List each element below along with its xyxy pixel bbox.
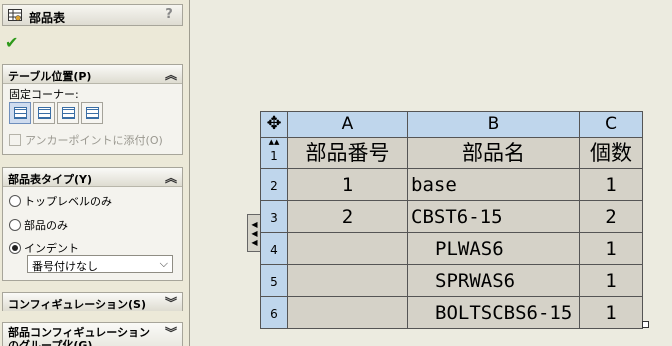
row-header[interactable]: 5	[260, 265, 288, 297]
resize-handle[interactable]	[642, 321, 649, 328]
table-cell[interactable]: 1	[288, 169, 408, 201]
table-cell[interactable]: 2	[288, 201, 408, 233]
part-config-title: 部品コンフィギュレーションのグループ化(G)	[8, 326, 151, 346]
table-cell[interactable]: CBST6-15	[408, 201, 580, 233]
property-manager-panel: 部品表 ? ✔ テーブル位置(P) ︽ 固定コーナー: アンカーポイントに添付(…	[0, 0, 190, 346]
table-position-group: テーブル位置(P) ︽ 固定コーナー: アンカーポイントに添付(O)	[2, 64, 183, 155]
table-cell[interactable]: PLWAS6	[408, 233, 580, 265]
chevron-down-icon: ⌵	[159, 257, 168, 270]
table-cell[interactable]: BOLTSCBS6-15	[408, 297, 580, 329]
ok-check-icon[interactable]: ✔	[5, 33, 18, 52]
radio-parts-only[interactable]: 部品のみ	[9, 217, 68, 233]
property-manager-title-bar: 部品表 ?	[2, 4, 183, 26]
radio-top-level-only[interactable]: トップレベルのみ	[9, 193, 112, 209]
corner-top-left-button[interactable]	[9, 102, 31, 124]
anchor-checkbox-row[interactable]: アンカーポイントに添付(O)	[9, 132, 163, 148]
radio-button[interactable]	[9, 195, 21, 207]
table-cell[interactable]	[288, 297, 408, 329]
column-header-a[interactable]: A	[288, 111, 408, 138]
column-header-c[interactable]: C	[580, 111, 643, 138]
corner-bottom-right-button[interactable]	[81, 102, 103, 124]
table-cell[interactable]: 1	[580, 233, 643, 265]
radio-button[interactable]	[9, 219, 21, 231]
corner-bottom-left-button[interactable]	[57, 102, 79, 124]
header-cell-part-number[interactable]: 部品番号	[288, 138, 408, 169]
table-cell[interactable]: 1	[580, 297, 643, 329]
table-grid-icon	[13, 107, 27, 119]
row-header[interactable]: 6	[260, 297, 288, 329]
radio-label: トップレベルのみ	[24, 195, 112, 208]
numbering-select-value: 番号付けなし	[32, 260, 98, 273]
row-drag-handle[interactable]: ◀ ◀ ◀	[247, 214, 261, 252]
move-table-icon[interactable]: ✥	[260, 111, 288, 138]
bom-type-group: 部品表タイプ(Y) ︽ トップレベルのみ 部品のみ インデント 番号付けなし ⌵	[2, 167, 183, 281]
part-config-header[interactable]: 部品コンフィギュレーションのグループ化(G) ︾	[3, 323, 182, 346]
table-grid-icon	[61, 107, 75, 119]
radio-button-selected[interactable]	[9, 242, 21, 254]
row-header[interactable]: 3	[260, 201, 288, 233]
radio-indented[interactable]: インデント	[9, 240, 79, 256]
table-position-title: テーブル位置(P)	[8, 70, 92, 83]
radio-label: 部品のみ	[24, 219, 68, 232]
fixed-corner-label: 固定コーナー:	[9, 88, 79, 101]
numbering-select[interactable]: 番号付けなし ⌵	[27, 255, 173, 273]
expand-chevron-icon[interactable]: ︾	[165, 294, 177, 311]
configuration-header[interactable]: コンフィギュレーション(S) ︾	[3, 293, 182, 311]
table-cell[interactable]	[288, 233, 408, 265]
collapse-chevron-icon[interactable]: ︽	[165, 169, 177, 186]
configuration-group: コンフィギュレーション(S) ︾	[2, 292, 183, 311]
column-header-b[interactable]: B	[408, 111, 580, 138]
row-number: 1	[270, 149, 278, 163]
table-position-header[interactable]: テーブル位置(P) ︽	[3, 65, 182, 84]
row-header[interactable]: 4	[260, 233, 288, 265]
help-icon[interactable]: ?	[162, 7, 176, 23]
table-grid-icon	[85, 107, 99, 119]
table-cell[interactable]: 2	[580, 201, 643, 233]
collapse-chevron-icon[interactable]: ︽	[165, 66, 177, 83]
configuration-title: コンフィギュレーション(S)	[8, 298, 146, 311]
anchor-checkbox[interactable]	[9, 134, 21, 146]
bom-table[interactable]: ✥ A B C ▲▲ 1 2 3 4 5 6 部品番号 部品名 個数 1 bas…	[260, 111, 643, 329]
row-header[interactable]: ▲▲ 1	[260, 138, 288, 169]
table-cell[interactable]	[288, 265, 408, 297]
table-cell[interactable]: 1	[580, 265, 643, 297]
expand-chevron-icon[interactable]: ︾	[165, 324, 177, 341]
header-cell-quantity[interactable]: 個数	[580, 138, 643, 169]
table-grid-icon	[37, 107, 51, 119]
panel-title: 部品表	[29, 11, 66, 25]
collapse-arrows-icon: ▲▲	[268, 138, 280, 146]
bom-type-title: 部品表タイプ(Y)	[8, 173, 93, 186]
bom-icon	[8, 9, 22, 21]
table-cell[interactable]: SPRWAS6	[408, 265, 580, 297]
table-cell[interactable]: 1	[580, 169, 643, 201]
table-cell[interactable]: base	[408, 169, 580, 201]
part-config-group: 部品コンフィギュレーションのグループ化(G) ︾	[2, 322, 183, 346]
radio-label: インデント	[24, 242, 79, 255]
anchor-label: アンカーポイントに添付(O)	[25, 134, 163, 147]
row-header[interactable]: 2	[260, 169, 288, 201]
corner-top-right-button[interactable]	[33, 102, 55, 124]
header-cell-part-name[interactable]: 部品名	[408, 138, 580, 169]
fixed-corner-buttons	[9, 102, 103, 124]
bom-type-header[interactable]: 部品表タイプ(Y) ︽	[3, 168, 182, 187]
